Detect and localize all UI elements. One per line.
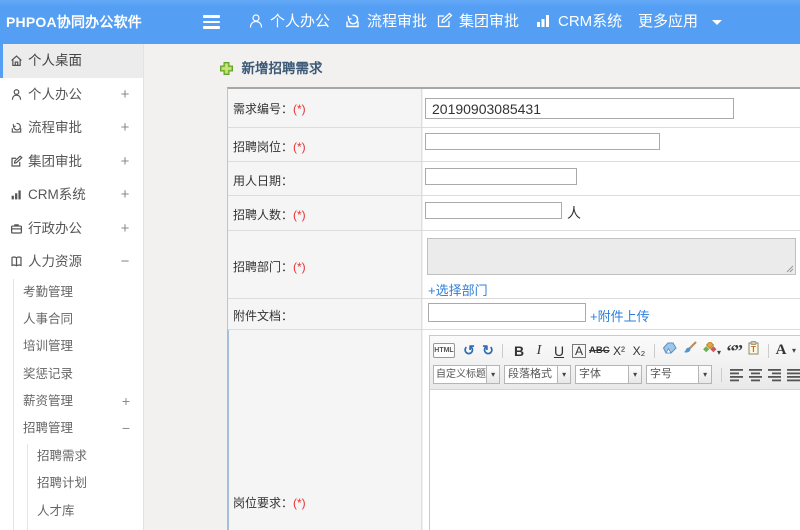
svg-text:T: T <box>751 345 756 354</box>
